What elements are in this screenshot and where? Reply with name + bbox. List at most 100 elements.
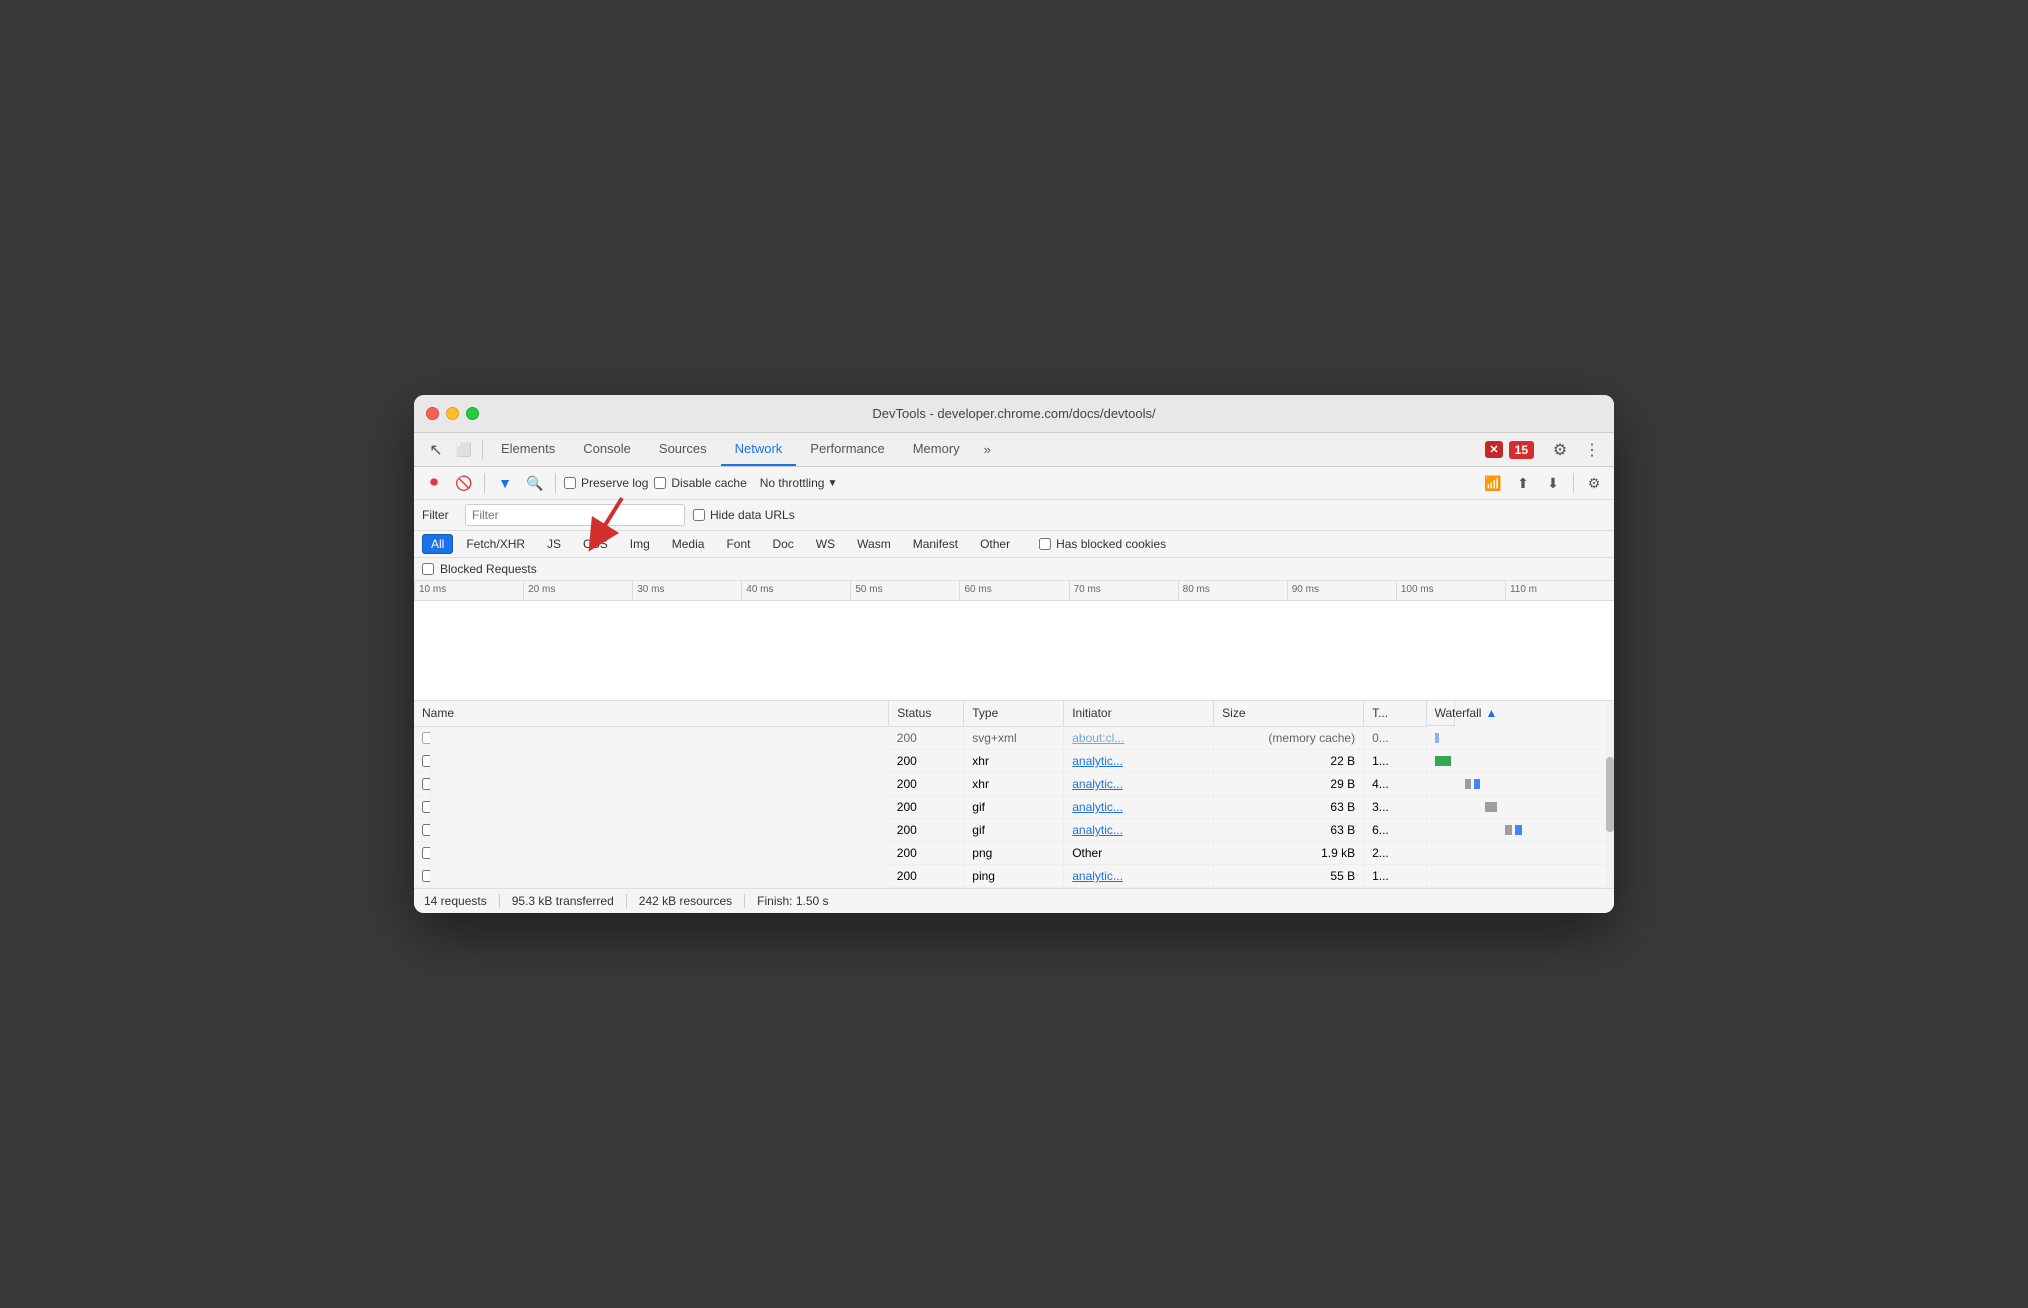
- disable-cache-input[interactable]: [654, 477, 666, 489]
- row3-waterfall: [1426, 796, 1613, 819]
- tick-100ms: 100 ms: [1396, 581, 1505, 600]
- tab-network[interactable]: Network: [721, 433, 797, 466]
- row4-initiator: analytic...: [1064, 819, 1214, 842]
- row5-checkbox[interactable]: [422, 847, 431, 859]
- row3-checkbox[interactable]: [422, 801, 431, 813]
- blocked-requests-label: Blocked Requests: [440, 562, 537, 576]
- preserve-log-input[interactable]: [564, 477, 576, 489]
- tab-separator: [482, 440, 483, 460]
- maximize-button[interactable]: [466, 407, 479, 420]
- type-filter-ws[interactable]: WS: [807, 534, 844, 554]
- table-row[interactable]: ga-audiences?t=sr&aip=1&_r=4&slf_rd=1&..…: [414, 819, 1614, 842]
- col-header-time[interactable]: T...: [1364, 701, 1426, 726]
- table-scrollbar-thumb[interactable]: [1606, 757, 1614, 832]
- nt-sep3: [1573, 473, 1574, 493]
- cursor-tool-icon[interactable]: ↖: [422, 437, 450, 463]
- filter-input[interactable]: [465, 504, 685, 526]
- type-filter-js[interactable]: JS: [538, 534, 570, 554]
- row6-checkbox[interactable]: [422, 870, 431, 882]
- close-button[interactable]: [426, 407, 439, 420]
- preserve-log-checkbox[interactable]: Preserve log: [564, 476, 648, 490]
- resources-size: 242 kB resources: [627, 894, 745, 908]
- type-filter-other[interactable]: Other: [971, 534, 1019, 554]
- row2-type: xhr: [964, 773, 1064, 796]
- tab-memory[interactable]: Memory: [899, 433, 974, 466]
- row6-waterfall: [1426, 865, 1613, 888]
- hide-data-urls-checkbox[interactable]: Hide data URLs: [693, 508, 795, 522]
- waterfall-bar2: [1474, 779, 1480, 789]
- type-filter-font[interactable]: Font: [717, 534, 759, 554]
- tab-elements[interactable]: Elements: [487, 433, 569, 466]
- row3-status: 200: [889, 796, 964, 819]
- tab-console[interactable]: Console: [569, 433, 645, 466]
- row4-checkbox[interactable]: [422, 824, 431, 836]
- row2-checkbox[interactable]: [422, 778, 431, 790]
- row2-time: 4...: [1364, 773, 1426, 796]
- col-header-waterfall[interactable]: Waterfall ▲: [1427, 701, 1455, 726]
- row6-initiator: analytic...: [1064, 865, 1214, 888]
- row0-checkbox[interactable]: [422, 732, 431, 744]
- col-header-status[interactable]: Status: [889, 701, 964, 726]
- tick-90ms: 90 ms: [1287, 581, 1396, 600]
- tick-60ms: 60 ms: [959, 581, 1068, 600]
- type-filter-media[interactable]: Media: [663, 534, 714, 554]
- network-table-wrapper[interactable]: Name Status Type Initiator Size: [414, 701, 1614, 888]
- col-header-size[interactable]: Size: [1214, 701, 1364, 726]
- row5-type: png: [964, 842, 1064, 865]
- table-row[interactable]: ▦ data:image/svg+xml;... 200 svg+xml abo…: [414, 726, 1614, 750]
- row5-size: 1.9 kB: [1214, 842, 1364, 865]
- minimize-button[interactable]: [446, 407, 459, 420]
- table-row[interactable]: favicon-32x32.png 200 png Other 1.9 kB 2…: [414, 842, 1614, 865]
- table-row[interactable]: collect 200 ping analytic... 55 B 1...: [414, 865, 1614, 888]
- type-filter-all[interactable]: All: [422, 534, 453, 554]
- more-options-icon[interactable]: ⋮: [1578, 437, 1606, 463]
- upload-icon[interactable]: ⬆: [1511, 471, 1535, 495]
- clear-button[interactable]: 🚫: [452, 471, 476, 495]
- blocked-requests-checkbox[interactable]: [422, 563, 434, 575]
- type-filters: All Fetch/XHR JS CSS Img Media Font Doc …: [414, 531, 1614, 558]
- network-table: Name Status Type Initiator Size: [414, 701, 1614, 888]
- download-icon[interactable]: ⬇: [1541, 471, 1565, 495]
- row2-name: collect?t=dc&aip=1&_r=3&v=1&_v=j90&tid..…: [414, 773, 431, 796]
- tick-40ms: 40 ms: [741, 581, 850, 600]
- row6-time: 1...: [1364, 865, 1426, 888]
- record-stop-button[interactable]: ⏺: [422, 471, 446, 495]
- row0-initiator: about:cl...: [1064, 726, 1214, 750]
- table-row[interactable]: ga-audiences?t=sr&aip=1&_r=4&slf_rd=1&..…: [414, 796, 1614, 819]
- type-filter-doc[interactable]: Doc: [763, 534, 802, 554]
- row5-initiator: Other: [1064, 842, 1214, 865]
- type-filter-img[interactable]: Img: [621, 534, 659, 554]
- col-header-name[interactable]: Name: [414, 701, 889, 726]
- type-filter-xhr[interactable]: Fetch/XHR: [457, 534, 534, 554]
- network-settings-icon[interactable]: ⚙: [1582, 471, 1606, 495]
- filter-icon[interactable]: ▼: [493, 471, 517, 495]
- col-header-initiator[interactable]: Initiator: [1064, 701, 1214, 726]
- settings-icon[interactable]: ⚙: [1546, 437, 1574, 463]
- wifi-icon[interactable]: 📶: [1481, 471, 1505, 495]
- row6-type: ping: [964, 865, 1064, 888]
- type-filter-css[interactable]: CSS: [574, 534, 617, 554]
- tab-performance[interactable]: Performance: [796, 433, 898, 466]
- col-header-type[interactable]: Type: [964, 701, 1064, 726]
- row5-waterfall: [1426, 842, 1613, 865]
- table-row[interactable]: collect?v=1&_v=j90&a=1837457034&t=pa... …: [414, 750, 1614, 773]
- requests-count: 14 requests: [424, 894, 500, 908]
- table-scrollbar[interactable]: [1606, 701, 1614, 888]
- search-icon[interactable]: 🔍: [523, 471, 547, 495]
- throttle-dropdown[interactable]: No throttling ▼: [753, 473, 845, 493]
- row0-time: 0...: [1364, 726, 1426, 750]
- hide-data-urls-input[interactable]: [693, 509, 705, 521]
- table-row[interactable]: collect?t=dc&aip=1&_r=3&v=1&_v=j90&tid..…: [414, 773, 1614, 796]
- inspect-icon[interactable]: ⬜: [450, 437, 478, 463]
- tab-sources[interactable]: Sources: [645, 433, 721, 466]
- row1-checkbox[interactable]: [422, 755, 431, 767]
- row4-status: 200: [889, 819, 964, 842]
- has-blocked-cookies-input[interactable]: [1039, 538, 1051, 550]
- more-tabs-button[interactable]: »: [974, 434, 1001, 465]
- has-blocked-cookies-checkbox[interactable]: Has blocked cookies: [1039, 537, 1166, 551]
- type-filter-manifest[interactable]: Manifest: [904, 534, 967, 554]
- row1-type: xhr: [964, 750, 1064, 773]
- type-filter-wasm[interactable]: Wasm: [848, 534, 900, 554]
- waterfall-bar: [1435, 733, 1439, 743]
- disable-cache-checkbox[interactable]: Disable cache: [654, 476, 746, 490]
